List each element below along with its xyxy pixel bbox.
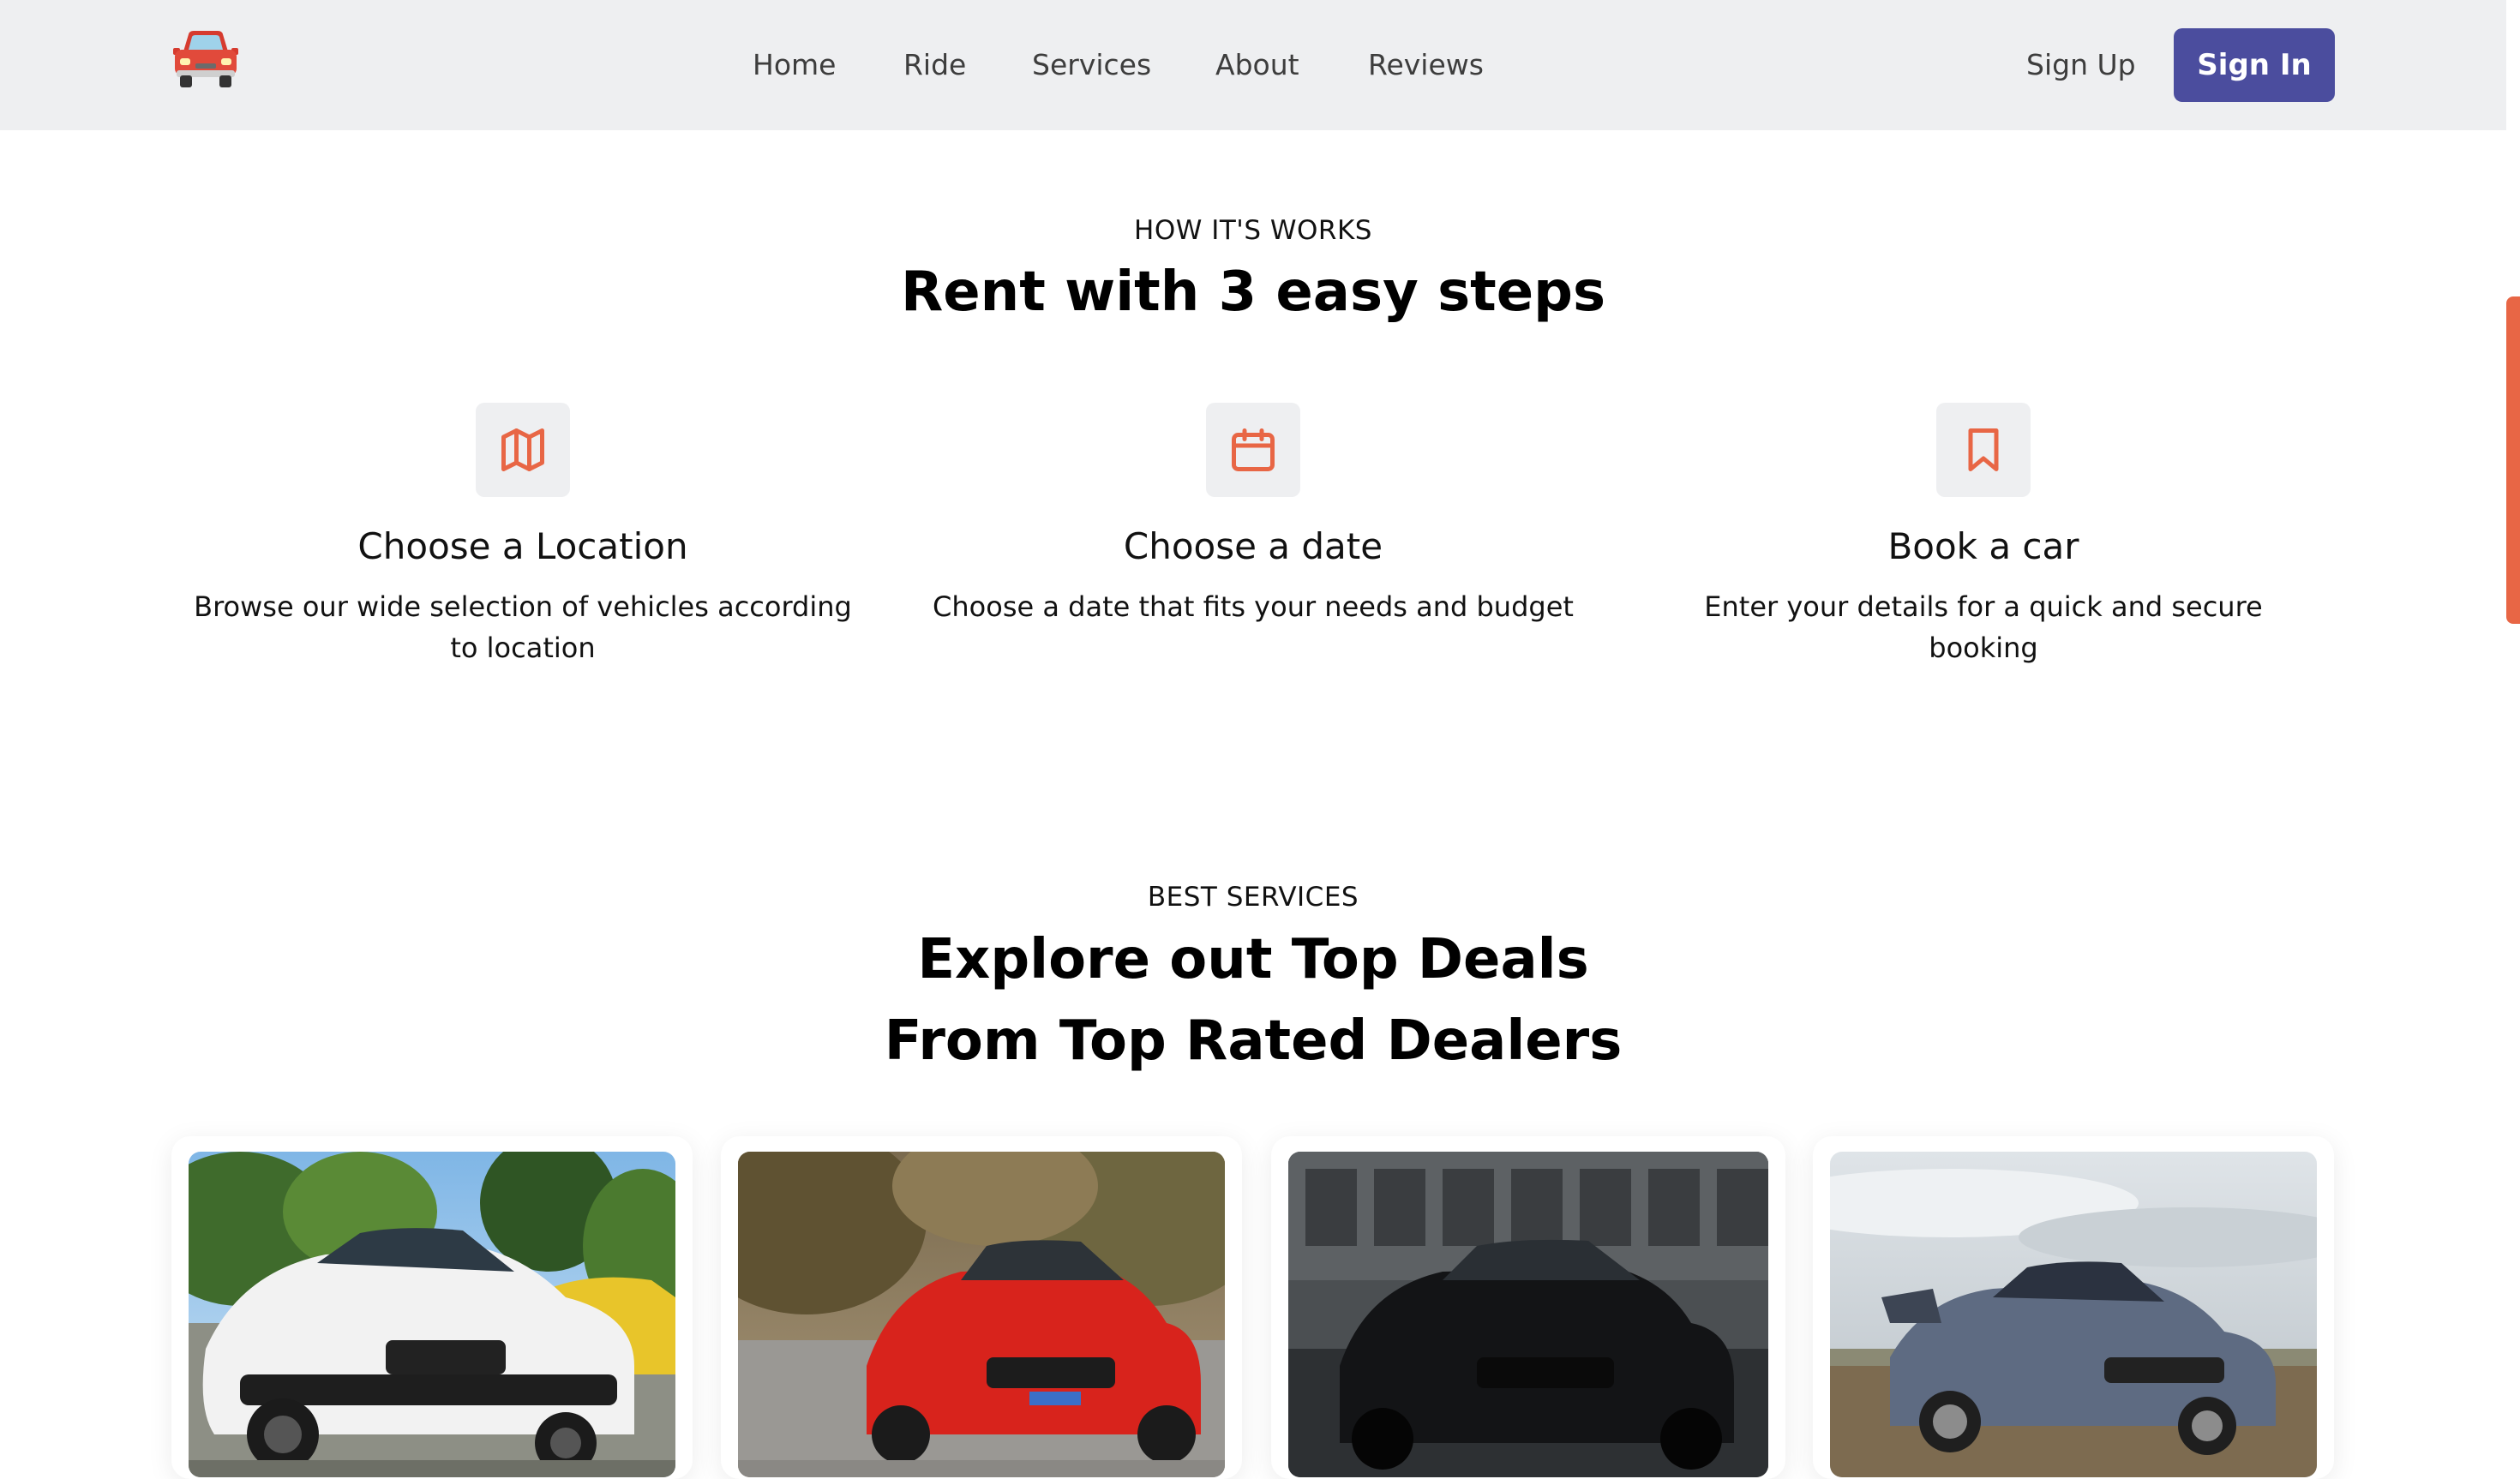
nav-home-link[interactable]: Home: [753, 46, 836, 84]
how-it-works-eyebrow: HOW IT'S WORKS: [1134, 215, 1372, 246]
step-description: Choose a date that fits your needs and b…: [933, 590, 1574, 623]
deal-card[interactable]: [1271, 1136, 1785, 1479]
sign-in-button[interactable]: Sign In: [2174, 28, 2335, 102]
nav-reviews-link[interactable]: Reviews: [1368, 46, 1484, 84]
step-description: Browse our wide selection of vehicles ac…: [194, 590, 852, 664]
nav-services-link[interactable]: Services: [1032, 46, 1151, 84]
deal-card[interactable]: [171, 1136, 693, 1479]
deals-title-line-1: Explore out Top Deals: [917, 928, 1589, 991]
step-card: Choose a Location Browse our wide select…: [189, 403, 857, 677]
step-card: Book a car Enter your details for a quic…: [1649, 403, 2318, 677]
top-navbar: Home Ride Services About Reviews Sign Up…: [0, 0, 2506, 130]
white-hatchback-photo: [189, 1152, 675, 1477]
deal-card[interactable]: [721, 1136, 1242, 1479]
how-it-works-title: Rent with 3 easy steps: [900, 260, 1606, 324]
grey-hatchback-photo: [1830, 1152, 2317, 1477]
step-description: Enter your details for a quick and secur…: [1704, 590, 2263, 664]
red-hatchback-photo: [738, 1152, 1225, 1477]
step-title: Choose a date: [1123, 525, 1383, 567]
deal-card[interactable]: [1813, 1136, 2334, 1479]
scrollbar-track[interactable]: [2506, 0, 2520, 1424]
bookmark-icon: [1936, 403, 2031, 497]
nav-about-link[interactable]: About: [1215, 46, 1299, 84]
nav-ride-link[interactable]: Ride: [903, 46, 966, 84]
step-card: Choose a date Choose a date that fits yo…: [919, 403, 1587, 677]
map-icon: [476, 403, 570, 497]
deals-title-line-2: From Top Rated Dealers: [884, 1009, 1623, 1073]
calendar-icon: [1206, 403, 1300, 497]
black-hatchback-photo: [1288, 1152, 1768, 1477]
step-title: Book a car: [1887, 525, 2079, 567]
sign-up-link[interactable]: Sign Up: [2026, 46, 2136, 84]
best-services-eyebrow: BEST SERVICES: [1147, 882, 1359, 913]
scrollbar-thumb[interactable]: [2506, 296, 2520, 624]
step-title: Choose a Location: [357, 525, 688, 567]
